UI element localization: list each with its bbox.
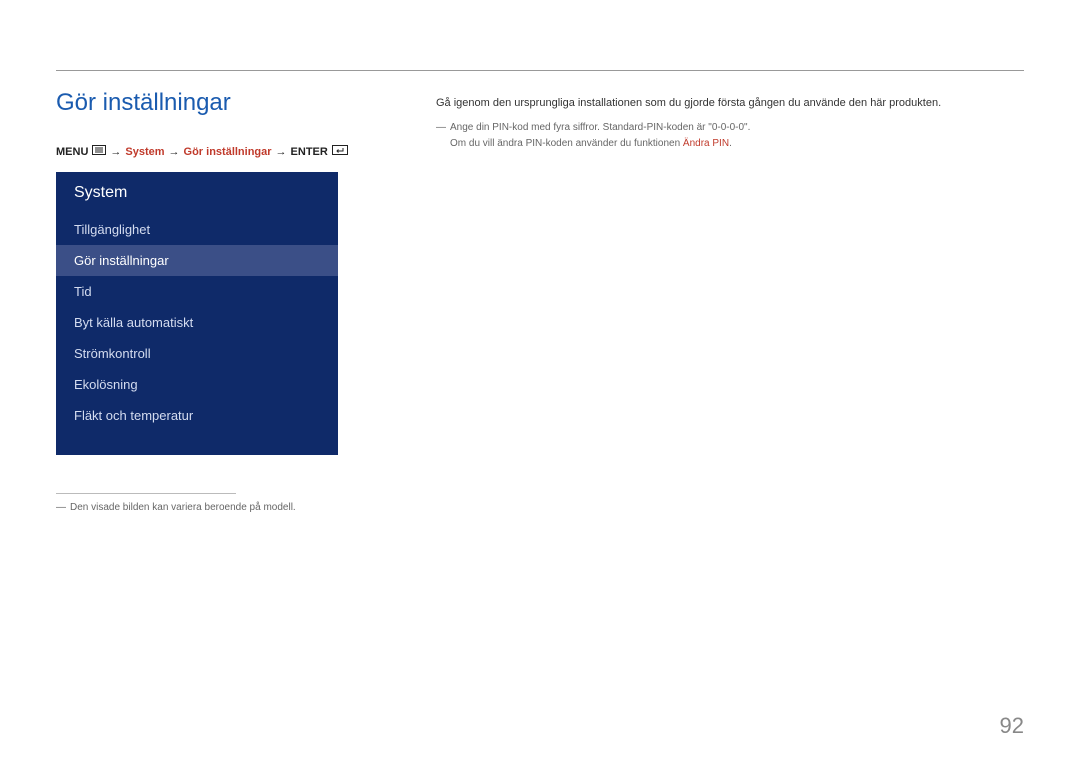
enter-icon — [332, 145, 348, 158]
breadcrumb-arrow: → — [169, 146, 180, 158]
two-column-layout: Gör inställningar MENU → System → Gör in… — [56, 89, 1024, 515]
left-footnote: ― Den visade bilden kan variera beroende… — [56, 500, 356, 515]
andra-pin-link: Ändra PIN — [683, 138, 729, 149]
body-text: Gå igenom den ursprungliga installatione… — [436, 95, 1024, 112]
footnote-rule — [56, 493, 236, 494]
menu-item-ekolosning[interactable]: Ekolösning — [56, 369, 338, 400]
page-number: 92 — [1000, 713, 1024, 739]
top-rule — [56, 70, 1024, 71]
breadcrumb-arrow: → — [110, 146, 121, 158]
manual-page: Gör inställningar MENU → System → Gör in… — [0, 0, 1080, 763]
menu-footer-gap — [56, 431, 338, 455]
footnote-dash: ― — [56, 500, 66, 515]
page-title: Gör inställningar — [56, 89, 356, 117]
right-column: Gå igenom den ursprungliga installatione… — [436, 89, 1024, 515]
menu-item-tid[interactable]: Tid — [56, 276, 338, 307]
menu-icon — [92, 145, 106, 158]
breadcrumb-item: Gör inställningar — [184, 146, 272, 158]
left-column: Gör inställningar MENU → System → Gör in… — [56, 89, 356, 515]
system-menu-panel: System Tillgänglighet Gör inställningar … — [56, 172, 338, 455]
menu-item-byt-kalla[interactable]: Byt källa automatiskt — [56, 307, 338, 338]
menu-item-stromkontroll[interactable]: Strömkontroll — [56, 338, 338, 369]
menu-item-flakt-temp[interactable]: Fläkt och temperatur — [56, 400, 338, 431]
note-line-2: Om du vill ändra PIN-koden använder du f… — [450, 136, 1024, 152]
breadcrumb-arrow: → — [276, 146, 287, 158]
note-line-1: Ange din PIN-kod med fyra siffror. Stand… — [450, 120, 1024, 136]
breadcrumb: MENU → System → Gör inställningar → ENTE… — [56, 145, 356, 158]
menu-panel-header: System — [56, 172, 338, 214]
breadcrumb-enter-label: ENTER — [291, 146, 328, 158]
note-dash: ― — [436, 120, 446, 136]
menu-item-gor-installningar[interactable]: Gör inställningar — [56, 245, 338, 276]
note-line-2a: Om du vill ändra PIN-koden använder du f… — [450, 138, 683, 149]
left-footnote-text: Den visade bilden kan variera beroende p… — [70, 500, 296, 515]
note-line-2b: . — [729, 138, 732, 149]
menu-item-tillganglighet[interactable]: Tillgänglighet — [56, 214, 338, 245]
breadcrumb-system: System — [125, 146, 164, 158]
note-block: ― Ange din PIN-kod med fyra siffror. Sta… — [436, 120, 1024, 152]
breadcrumb-menu-label: MENU — [56, 146, 88, 158]
